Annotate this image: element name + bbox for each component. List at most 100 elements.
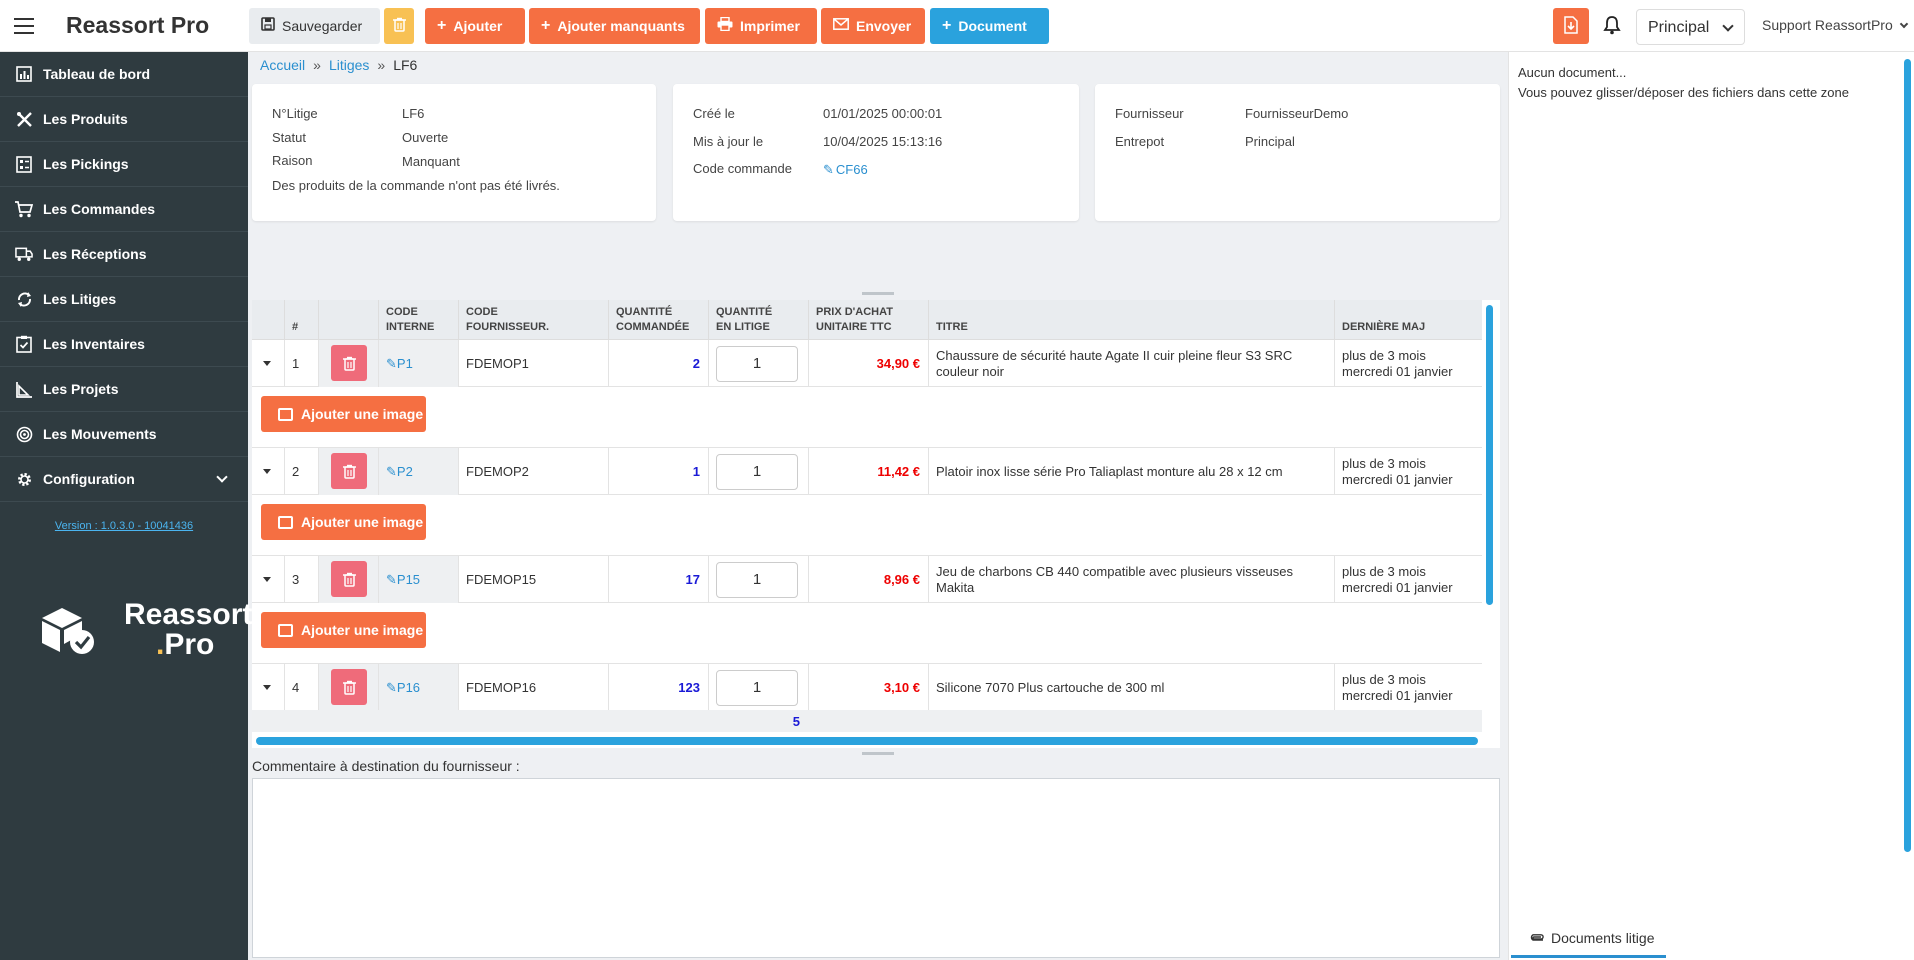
product-link[interactable]: ✎ P1 (386, 356, 413, 372)
sidebar-item-configuration[interactable]: Configuration (0, 457, 248, 502)
paperclip-icon (1529, 930, 1545, 946)
disputed-quantity-input[interactable] (716, 669, 798, 706)
delete-line-button[interactable] (331, 561, 367, 597)
column-header-supplier-code[interactable]: CODE FOURNISSEUR. (458, 300, 608, 340)
clipboard-icon (15, 335, 33, 353)
pencil-icon: ✎ (386, 571, 397, 587)
dispute-lines-table: # CODE INTERNE CODE FOURNISSEUR. QUANTITÉ C… (252, 300, 1500, 748)
expand-row-icon[interactable] (263, 469, 271, 474)
breadcrumb: Accueil» Litiges» LF6 (260, 57, 418, 73)
product-title: Jeu de charbons CB 440 compatible avec p… (928, 556, 1334, 603)
delete-line-button[interactable] (331, 345, 367, 381)
add-image-button[interactable]: Ajouter une image (261, 396, 426, 432)
add-button-label: Ajouter (453, 18, 503, 34)
documents-panel[interactable]: Aucun document... Vous pouvez glisser/dé… (1508, 52, 1914, 960)
column-header-disputed[interactable]: QUANTITÉ EN LITIGE (708, 300, 808, 340)
warehouse-select[interactable]: Principal (1636, 9, 1745, 45)
version-link[interactable]: Version : 1.0.3.0 - 10041436 (0, 520, 248, 532)
internal-code-cell: ✎ P16 (378, 664, 458, 711)
order-code-link[interactable]: ✎ CF66 (823, 162, 868, 178)
table-row: 2 ✎P2 FDEMOP2 1 11,42 € Platoir inox lis… (252, 448, 1482, 495)
file-download-icon (1563, 15, 1579, 37)
print-button[interactable]: Imprimer (705, 8, 817, 44)
sidebar-item-projects[interactable]: Les Projets (0, 367, 248, 412)
sidebar-item-label: Les Mouvements (43, 426, 157, 442)
product-link[interactable]: ✎ P2 (386, 464, 413, 480)
image-row: Ajouter une image (252, 387, 1482, 448)
row-index: 3 (284, 556, 318, 603)
sidebar-item-products[interactable]: Les Produits (0, 97, 248, 142)
sidebar-item-pickings[interactable]: Les Pickings (0, 142, 248, 187)
disputed-quantity-input[interactable] (716, 453, 798, 490)
bell-icon[interactable] (1603, 14, 1621, 36)
truck-icon (15, 245, 33, 263)
add-missing-button[interactable]: + Ajouter manquants (529, 8, 700, 44)
dispute-info-card: N°Litige LF6 Statut Ouverte Raison Manqu… (252, 84, 656, 221)
unit-price: 34,90 € (808, 340, 928, 387)
unit-price: 8,96 € (808, 556, 928, 603)
breadcrumb-home[interactable]: Accueil (260, 57, 305, 73)
column-header-title[interactable]: TITRE (928, 300, 1328, 340)
vertical-scrollbar[interactable] (1904, 59, 1911, 852)
expand-row-icon[interactable] (263, 361, 271, 366)
breadcrumb-disputes[interactable]: Litiges (329, 57, 369, 73)
product-link[interactable]: ✎ P15 (386, 572, 420, 588)
sidebar-item-label: Les Pickings (43, 156, 129, 172)
product-link[interactable]: ✎ P16 (386, 680, 420, 696)
sidebar-item-disputes[interactable]: Les Litiges (0, 277, 248, 322)
sidebar-item-label: Les Litiges (43, 291, 117, 307)
project-icon (15, 380, 33, 398)
status-label: Statut (272, 130, 306, 145)
add-image-button[interactable]: Ajouter une image (261, 612, 426, 648)
add-button[interactable]: + Ajouter (425, 8, 525, 44)
download-document-button[interactable] (1553, 8, 1589, 44)
table-row: 4 ✎P16 FDEMOP16 123 3,10 € Silicone 7070… (252, 664, 1482, 711)
tab-documents-litige[interactable]: Documents litige (1511, 920, 1666, 958)
cart-icon (15, 200, 33, 218)
sidebar-item-receptions[interactable]: Les Réceptions (0, 232, 248, 277)
vertical-scrollbar[interactable] (1486, 305, 1493, 605)
product-title: Chaussure de sécurité haute Agate II cui… (928, 340, 1334, 387)
document-button-label: Document (958, 18, 1027, 34)
no-documents-text: Aucun document... (1518, 65, 1627, 80)
supplier-comment-textarea[interactable] (252, 778, 1500, 958)
user-menu[interactable]: Support ReassortPro (1762, 17, 1908, 33)
chevron-down-icon (1722, 20, 1734, 32)
sidebar-item-label: Les Réceptions (43, 246, 147, 262)
sidebar-item-inventories[interactable]: Les Inventaires (0, 322, 248, 367)
menu-icon[interactable] (14, 17, 34, 35)
horizontal-scrollbar[interactable] (256, 737, 1478, 745)
resize-handle[interactable] (862, 292, 894, 295)
expand-row-icon[interactable] (263, 577, 271, 582)
disputed-quantity-input[interactable] (716, 345, 798, 382)
table-header: # CODE INTERNE CODE FOURNISSEUR. QUANTITÉ C… (252, 300, 1482, 340)
disputed-quantity-input[interactable] (716, 561, 798, 598)
column-header-ordered[interactable]: QUANTITÉ COMMANDÉE (608, 300, 708, 340)
sidebar-item-dashboard[interactable]: Tableau de bord (0, 52, 248, 97)
sidebar: Tableau de bord Les Produits Les Picking… (0, 52, 252, 960)
delete-line-button[interactable] (331, 669, 367, 705)
column-header-internal-code[interactable]: CODE INTERNE (378, 300, 458, 340)
delete-line-button[interactable] (331, 453, 367, 489)
add-image-button[interactable]: Ajouter une image (261, 504, 426, 540)
sidebar-item-movements[interactable]: Les Mouvements (0, 412, 248, 457)
warehouse-value: Principal (1245, 134, 1295, 149)
column-header-price[interactable]: PRIX D'ACHAT UNITAIRE TTC (808, 300, 928, 340)
tools-icon (15, 110, 33, 128)
image-row: Ajouter une image (252, 495, 1482, 556)
resize-handle[interactable] (862, 752, 894, 755)
save-button[interactable]: Sauvegarder (249, 8, 380, 44)
delete-button[interactable] (384, 8, 414, 44)
send-button[interactable]: Envoyer (821, 8, 925, 44)
movement-icon (15, 425, 33, 443)
last-update: plus de 3 mois mercredi 01 janvier (1334, 664, 1482, 711)
image-icon (278, 515, 293, 529)
logo-text: Reassort (124, 598, 253, 631)
document-button[interactable]: + Document (930, 8, 1049, 44)
sidebar-item-orders[interactable]: Les Commandes (0, 187, 248, 232)
updated-label: Mis à jour le (693, 134, 764, 149)
expand-row-icon[interactable] (263, 685, 271, 690)
send-button-label: Envoyer (856, 18, 912, 34)
app-title: Reassort Pro (66, 12, 210, 38)
column-header-updated[interactable]: DERNIÈRE MAJ (1334, 300, 1482, 340)
